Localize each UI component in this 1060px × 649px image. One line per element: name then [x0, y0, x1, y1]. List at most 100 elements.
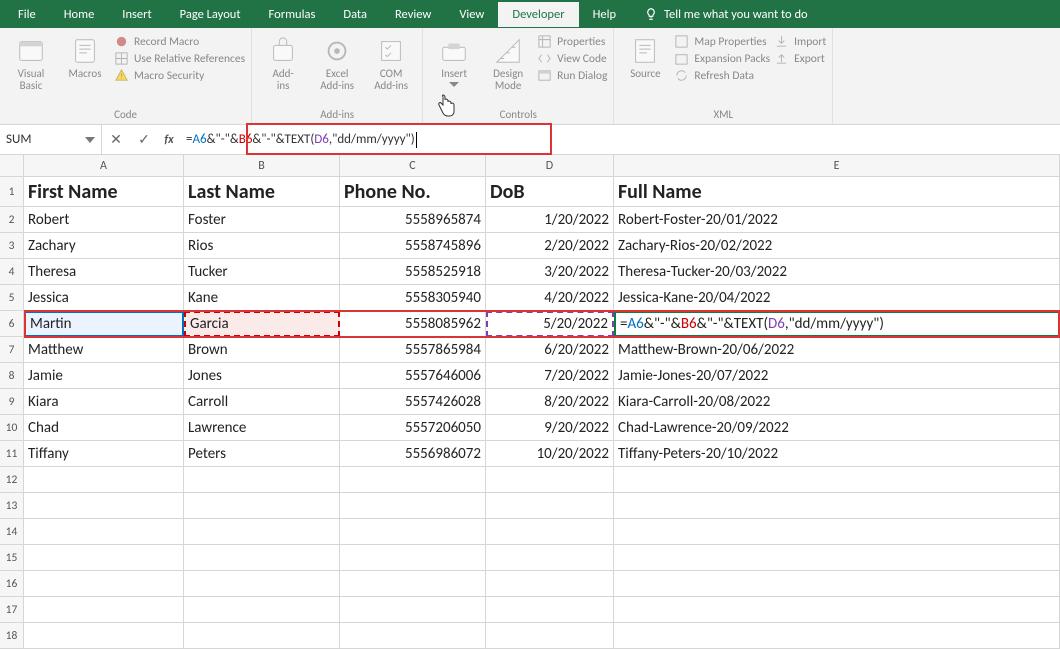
cell[interactable]: 5558525918 — [340, 259, 486, 285]
row-header[interactable]: 3 — [0, 233, 24, 259]
col-header-C[interactable]: C — [340, 155, 486, 176]
cell[interactable]: Jones — [184, 363, 340, 389]
import-xml-button[interactable]: Import — [774, 34, 826, 49]
cell[interactable]: Jamie-Jones-20/07/2022 — [614, 363, 1060, 389]
cell[interactable]: Jessica — [24, 285, 184, 311]
cell[interactable]: Last Name — [184, 177, 340, 207]
cell[interactable]: 9/20/2022 — [486, 415, 614, 441]
row-header[interactable]: 14 — [0, 519, 24, 545]
cell[interactable]: 5558745896 — [340, 233, 486, 259]
cell[interactable]: First Name — [24, 177, 184, 207]
cell[interactable] — [486, 545, 614, 571]
visual-basic-button[interactable]: Visual Basic — [6, 32, 56, 96]
cell[interactable] — [486, 467, 614, 493]
cell[interactable]: 10/20/2022 — [486, 441, 614, 467]
cell[interactable]: Peters — [184, 441, 340, 467]
cell[interactable] — [184, 493, 340, 519]
cell[interactable] — [24, 493, 184, 519]
cell[interactable]: 7/20/2022 — [486, 363, 614, 389]
cell[interactable] — [486, 519, 614, 545]
cell[interactable]: Tucker — [184, 259, 340, 285]
formula-input[interactable]: =A6&"-"&B6&"-"&TEXT(D6,"dd/mm/yyyy") — [180, 125, 1060, 154]
tab-review[interactable]: Review — [381, 2, 445, 27]
cell[interactable]: 2/20/2022 — [486, 233, 614, 259]
cell[interactable]: Matthew — [24, 337, 184, 363]
cell[interactable]: 5558305940 — [340, 285, 486, 311]
view-code-button[interactable]: View Code — [537, 51, 607, 66]
cell[interactable] — [184, 467, 340, 493]
cell[interactable] — [184, 519, 340, 545]
cell[interactable] — [340, 519, 486, 545]
row-header[interactable]: 12 — [0, 467, 24, 493]
row-header[interactable]: 4 — [0, 259, 24, 285]
tab-home[interactable]: Home — [50, 2, 109, 27]
cell[interactable]: 4/20/2022 — [486, 285, 614, 311]
cell[interactable]: Matthew-Brown-20/06/2022 — [614, 337, 1060, 363]
cell[interactable] — [614, 519, 1060, 545]
cell[interactable]: Garcia — [184, 311, 340, 337]
col-header-B[interactable]: B — [184, 155, 340, 176]
tab-insert[interactable]: Insert — [108, 2, 165, 27]
row-header[interactable]: 8 — [0, 363, 24, 389]
cell[interactable]: 5557865984 — [340, 337, 486, 363]
cell[interactable]: Tiffany — [24, 441, 184, 467]
row-header[interactable]: 17 — [0, 597, 24, 623]
expansion-packs-button[interactable]: Expansion Packs — [674, 51, 770, 66]
cell[interactable]: Full Name — [614, 177, 1060, 207]
cell[interactable] — [486, 597, 614, 623]
cell[interactable] — [340, 545, 486, 571]
cell[interactable] — [486, 493, 614, 519]
cell[interactable]: 6/20/2022 — [486, 337, 614, 363]
cell[interactable] — [340, 623, 486, 649]
excel-addins-button[interactable]: Excel Add-ins — [312, 32, 362, 96]
cell[interactable]: 8/20/2022 — [486, 389, 614, 415]
cell[interactable] — [340, 467, 486, 493]
tab-page-layout[interactable]: Page Layout — [166, 2, 255, 27]
cell[interactable]: 5556986072 — [340, 441, 486, 467]
cell[interactable]: 1/20/2022 — [486, 207, 614, 233]
row-header[interactable]: 10 — [0, 415, 24, 441]
cell[interactable] — [24, 623, 184, 649]
row-header[interactable]: 2 — [0, 207, 24, 233]
cell[interactable]: Carroll — [184, 389, 340, 415]
cell[interactable] — [614, 571, 1060, 597]
addins-button[interactable]: Add- ins — [258, 32, 308, 96]
cell[interactable]: DoB — [486, 177, 614, 207]
cell[interactable]: 3/20/2022 — [486, 259, 614, 285]
row-header[interactable]: 11 — [0, 441, 24, 467]
tab-help[interactable]: Help — [579, 2, 630, 27]
cell[interactable]: 5557426028 — [340, 389, 486, 415]
cell[interactable]: Robert — [24, 207, 184, 233]
cell[interactable] — [614, 545, 1060, 571]
relative-ref-button[interactable]: Use Relative References — [114, 51, 245, 66]
tell-me[interactable]: Tell me what you want to do — [630, 2, 822, 27]
cell[interactable]: 5557206050 — [340, 415, 486, 441]
cell[interactable] — [614, 467, 1060, 493]
cell[interactable]: Chad — [24, 415, 184, 441]
cell[interactable]: Chad-Lawrence-20/09/2022 — [614, 415, 1060, 441]
cell[interactable]: 5/20/2022 — [486, 311, 614, 337]
tab-file[interactable]: File — [4, 2, 50, 27]
macro-security-button[interactable]: !Macro Security — [114, 68, 245, 83]
properties-button[interactable]: Properties — [537, 34, 607, 49]
cell[interactable] — [614, 597, 1060, 623]
cell[interactable] — [24, 545, 184, 571]
name-box[interactable]: SUM — [0, 125, 102, 154]
cell[interactable]: =A6&"-"&B6&"-"&TEXT(D6,"dd/mm/yyyy") — [614, 311, 1060, 337]
cell[interactable]: Brown — [184, 337, 340, 363]
insert-control-button[interactable]: Insert — [429, 32, 479, 91]
tab-formulas[interactable]: Formulas — [255, 2, 330, 27]
tab-developer[interactable]: Developer — [498, 2, 578, 27]
cell[interactable] — [184, 571, 340, 597]
cell[interactable]: Lawrence — [184, 415, 340, 441]
record-macro-button[interactable]: Record Macro — [114, 34, 245, 49]
tab-view[interactable]: View — [445, 2, 498, 27]
select-all-corner[interactable] — [0, 155, 24, 176]
design-mode-button[interactable]: Design Mode — [483, 32, 533, 96]
row-header[interactable]: 5 — [0, 285, 24, 311]
refresh-data-button[interactable]: Refresh Data — [674, 68, 770, 83]
cell[interactable] — [340, 597, 486, 623]
row-header[interactable]: 6 — [0, 311, 24, 337]
cell[interactable]: Jessica-Kane-20/04/2022 — [614, 285, 1060, 311]
macros-button[interactable]: Macros — [60, 32, 110, 84]
